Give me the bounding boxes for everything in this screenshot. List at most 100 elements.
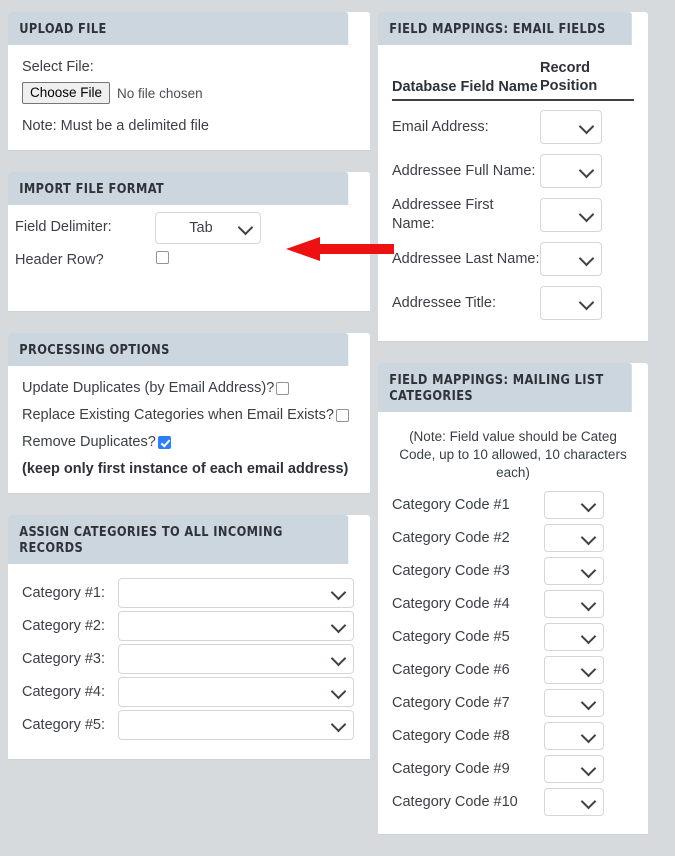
- panel-title-import-file-format: Import File Format: [8, 172, 349, 205]
- chevron-down-icon: [330, 584, 347, 601]
- assign-category-row: Category #4:: [22, 677, 356, 707]
- left-column: Upload File Select File: Choose File No …: [8, 12, 370, 781]
- field-label-addressee-last-name: Addressee Last Name:: [392, 250, 540, 267]
- import-form-page: Upload File Select File: Choose File No …: [0, 0, 675, 840]
- field-delimiter-label: Field Delimiter:: [15, 219, 112, 235]
- category-code-select-7[interactable]: [544, 688, 604, 717]
- assign-category-label-3: Category #3:: [22, 651, 106, 667]
- chevron-down-icon: [580, 562, 597, 578]
- assign-category-select-3[interactable]: [118, 644, 354, 674]
- assign-category-row: Category #3:: [22, 644, 356, 674]
- update-duplicates-checkbox[interactable]: [276, 381, 290, 395]
- panel-title-field-mappings-categories: Field Mappings: Mailing List Categories: [378, 363, 632, 412]
- category-code-label-8: Category Code #8: [392, 727, 510, 744]
- category-code-select-8[interactable]: [544, 721, 604, 750]
- assign-category-select-2[interactable]: [118, 611, 354, 641]
- record-position-select-addressee-last-name[interactable]: [540, 242, 602, 276]
- record-position-select-addressee-title[interactable]: [540, 286, 602, 320]
- chevron-down-icon: [330, 617, 347, 634]
- category-code-select-1[interactable]: [544, 490, 604, 519]
- processing-options-note: (keep only first instance of each email …: [22, 461, 349, 477]
- panel-assign-categories: Assign Categories to all Incoming Record…: [8, 515, 370, 759]
- choose-file-button[interactable]: Choose File: [22, 82, 111, 104]
- field-mappings-email-body: Database Field Name Record Position Emai…: [378, 45, 648, 341]
- chevron-down-icon: [330, 650, 347, 667]
- chevron-down-icon: [237, 219, 254, 236]
- upload-note: Note: Must be a delimited file: [22, 118, 209, 134]
- chevron-down-icon: [580, 760, 597, 776]
- field-label-addressee-full-name: Addressee Full Name:: [392, 162, 536, 179]
- chevron-down-icon: [580, 793, 597, 809]
- table-row: Category Code #5: [392, 620, 634, 653]
- replace-categories-checkbox[interactable]: [335, 408, 349, 422]
- category-code-select-3[interactable]: [544, 556, 604, 585]
- field-label-email-address: Email Address:: [392, 118, 489, 135]
- category-code-label-3: Category Code #3: [392, 562, 510, 579]
- field-delimiter-select[interactable]: Tab: [155, 212, 261, 244]
- processing-options-body: Update Duplicates (by Email Address)? Re…: [8, 366, 370, 493]
- panel-field-mappings-email: Field Mappings: Email Fields Database Fi…: [378, 12, 648, 341]
- chevron-down-icon: [580, 727, 597, 743]
- category-code-select-10[interactable]: [544, 787, 604, 816]
- record-position-select-addressee-first-name[interactable]: [540, 198, 602, 232]
- chevron-down-icon: [580, 661, 597, 677]
- upload-file-body: Select File: Choose File No file chosen …: [8, 45, 370, 150]
- assign-categories-body: Category #1: Category #2: Category #3: C…: [8, 564, 370, 759]
- category-code-select-2[interactable]: [544, 523, 604, 552]
- chevron-down-icon: [580, 529, 597, 545]
- assign-category-row: Category #2:: [22, 611, 356, 641]
- chevron-down-icon: [580, 628, 597, 644]
- table-row: Category Code #1: [392, 488, 634, 521]
- field-delimiter-value: Tab: [189, 220, 213, 236]
- table-row: Category Code #10: [392, 785, 634, 818]
- table-row: Category Code #3: [392, 554, 634, 587]
- chevron-down-icon: [580, 694, 597, 710]
- file-input-row: Choose File No file chosen: [22, 82, 356, 104]
- panel-processing-options: Processing Options Update Duplicates (by…: [8, 333, 370, 493]
- assign-category-select-1[interactable]: [118, 578, 354, 608]
- chevron-down-icon: [330, 716, 347, 733]
- header-row-checkbox[interactable]: [156, 251, 169, 264]
- table-header-row: Database Field Name Record Position: [392, 59, 634, 101]
- chevron-down-icon: [580, 496, 597, 512]
- table-row: Category Code #2: [392, 521, 634, 554]
- chevron-down-icon: [578, 118, 595, 135]
- field-label-addressee-title: Addressee Title:: [392, 294, 496, 311]
- panel-upload-file: Upload File Select File: Choose File No …: [8, 12, 370, 150]
- assign-category-row: Category #5:: [22, 710, 356, 740]
- select-file-label: Select File:: [22, 59, 94, 75]
- import-file-format-body: Field Delimiter: Tab Header Row?: [8, 205, 370, 311]
- table-row: Category Code #4: [392, 587, 634, 620]
- category-code-label-5: Category Code #5: [392, 628, 510, 645]
- category-code-label-10: Category Code #10: [392, 793, 518, 810]
- field-mappings-email-table: Database Field Name Record Position Emai…: [392, 59, 634, 325]
- field-label-addressee-first-name: Addressee First Name:: [392, 197, 494, 232]
- remove-duplicates-checkbox[interactable]: [157, 435, 171, 449]
- category-code-select-4[interactable]: [544, 589, 604, 618]
- panel-title-field-mappings-email: Field Mappings: Email Fields: [378, 12, 632, 45]
- table-row: Addressee Title:: [392, 281, 634, 325]
- table-row: Category Code #9: [392, 752, 634, 785]
- table-row: Category Code #8: [392, 719, 634, 752]
- table-row: Addressee Full Name:: [392, 149, 634, 193]
- assign-category-select-5[interactable]: [118, 710, 354, 740]
- chevron-down-icon: [578, 250, 595, 267]
- category-code-select-9[interactable]: [544, 754, 604, 783]
- panel-import-file-format: Import File Format Field Delimiter: Tab …: [8, 172, 370, 311]
- option-label-remove-duplicates: Remove Duplicates?: [22, 434, 156, 450]
- record-position-select-email-address[interactable]: [540, 110, 602, 144]
- option-row-update-duplicates: Update Duplicates (by Email Address)?: [22, 380, 356, 396]
- assign-category-row: Category #1:: [22, 578, 356, 608]
- record-position-select-addressee-full-name[interactable]: [540, 154, 602, 188]
- category-code-select-6[interactable]: [544, 655, 604, 684]
- chevron-down-icon: [330, 683, 347, 700]
- category-code-label-7: Category Code #7: [392, 694, 510, 711]
- assign-category-select-4[interactable]: [118, 677, 354, 707]
- category-code-label-4: Category Code #4: [392, 595, 510, 612]
- option-label-replace-categories: Replace Existing Categories when Email E…: [22, 407, 334, 423]
- chevron-down-icon: [580, 595, 597, 611]
- column-header-database-field-name: Database Field Name: [392, 79, 538, 95]
- chevron-down-icon: [578, 162, 595, 179]
- right-column: Field Mappings: Email Fields Database Fi…: [378, 12, 648, 856]
- category-code-select-5[interactable]: [544, 622, 604, 651]
